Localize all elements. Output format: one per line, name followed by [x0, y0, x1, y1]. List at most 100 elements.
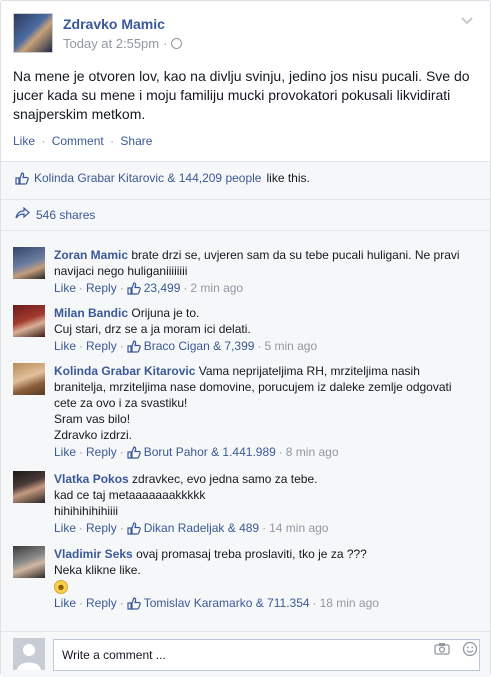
- comment-timestamp[interactable]: 2 min ago: [190, 280, 243, 296]
- comment-reply-button[interactable]: Reply: [86, 280, 117, 296]
- thumbs-up-icon: [15, 171, 29, 185]
- comment-text: branitelja, mrziteljima nase domovine, p…: [54, 380, 452, 394]
- comment-text: ovaj promasaj treba proslaviti, tko je z…: [136, 547, 367, 561]
- comment-text: cete za ovo i za svastiku!: [54, 396, 188, 410]
- action-separator: ·: [257, 339, 262, 353]
- comment-body: Milan Bandic Orijuna je to. Cuj stari, d…: [54, 305, 478, 354]
- share-arrow-icon: [15, 206, 30, 222]
- action-separator: ·: [79, 339, 84, 353]
- comment-text: kad ce taj metaaaaaaakkkkk: [54, 488, 206, 502]
- comment-likes-count[interactable]: 23,499: [144, 280, 181, 296]
- action-separator: ·: [119, 596, 124, 610]
- comment-input[interactable]: Write a comment ...: [53, 639, 480, 671]
- author-avatar[interactable]: [13, 13, 53, 53]
- comment-text: Vama neprijateljima RH, mrziteljima nasi…: [198, 364, 420, 378]
- globe-icon[interactable]: [171, 38, 183, 49]
- comment-actions: Like · Reply · 23,499 · 2 min ago: [54, 280, 478, 296]
- share-button[interactable]: Share: [120, 134, 152, 148]
- post-timestamp[interactable]: Today at 2:55pm: [63, 36, 159, 51]
- comment-reply-button[interactable]: Reply: [86, 595, 117, 611]
- camera-icon[interactable]: [434, 642, 450, 658]
- commenter-name[interactable]: Vlatka Pokos: [54, 472, 129, 486]
- chevron-down-icon[interactable]: [458, 13, 476, 31]
- thumbs-up-icon: [127, 445, 141, 459]
- comment-body: Kolinda Grabar Kitarovic Vama neprijatel…: [54, 363, 478, 460]
- comment-reply-button[interactable]: Reply: [86, 444, 117, 460]
- comment-like-button[interactable]: Like: [54, 280, 76, 296]
- comment-timestamp[interactable]: 14 min ago: [269, 520, 328, 536]
- post-actions: Like · Comment · Share: [13, 134, 152, 148]
- comment-button[interactable]: Comment: [52, 134, 104, 148]
- like-button[interactable]: Like: [13, 134, 35, 148]
- thumbs-up-icon: [127, 521, 141, 535]
- commenter-avatar[interactable]: [13, 247, 45, 279]
- smiley-emoji-icon: ☻: [54, 580, 68, 594]
- shares-link[interactable]: 546 shares: [36, 208, 95, 222]
- post-text: Na mene je otvoren lov, kao na divlju sv…: [13, 68, 470, 122]
- action-separator: ·: [119, 339, 124, 353]
- meta-separator: ·: [163, 36, 168, 51]
- comment-likes-count[interactable]: Tomislav Karamarko & 711.354: [144, 595, 310, 611]
- action-separator: ·: [79, 281, 84, 295]
- comment-like-button[interactable]: Like: [54, 444, 76, 460]
- comment-likes-count[interactable]: Borut Pahor & 1.441.989: [144, 444, 276, 460]
- likers-link[interactable]: Kolinda Grabar Kitarovic & 144,209 peopl…: [34, 171, 261, 185]
- comment-body: Zoran Mamic brate drzi se, uvjeren sam d…: [54, 247, 478, 296]
- comment-actions: Like · Reply · Dikan Radeljak & 489 · 14…: [54, 520, 478, 536]
- comment-like-button[interactable]: Like: [54, 338, 76, 354]
- action-separator: ·: [110, 134, 115, 148]
- comment-reply-button[interactable]: Reply: [86, 520, 117, 536]
- post-author-name[interactable]: Zdravko Mamic: [63, 16, 165, 32]
- action-separator: ·: [183, 281, 188, 295]
- comment-text: brate drzi se, uvjeren sam da su tebe pu…: [131, 248, 460, 262]
- likes-suffix: like this.: [266, 171, 310, 185]
- action-separator: ·: [119, 281, 124, 295]
- comment-like-button[interactable]: Like: [54, 595, 76, 611]
- comment-likes-count[interactable]: Dikan Radeljak & 489: [144, 520, 259, 536]
- comment-body: Vladimir Seks ovaj promasaj treba prosla…: [54, 546, 478, 611]
- action-separator: ·: [119, 521, 124, 535]
- comment-text: Orijuna je to.: [131, 306, 200, 320]
- post-meta: Today at 2:55pm ·: [63, 36, 183, 51]
- commenter-avatar[interactable]: [13, 546, 45, 578]
- commenter-avatar[interactable]: [13, 363, 45, 395]
- comment-text: navijaci nego huliganiiiiiiii: [54, 264, 188, 278]
- commenter-avatar[interactable]: [13, 305, 45, 337]
- action-separator: ·: [278, 445, 283, 459]
- comment-body: Vlatka Pokos zdravkec, evo jedna samo za…: [54, 471, 478, 536]
- thumbs-up-icon: [127, 281, 141, 295]
- comment-text: Zdravko izdrzi.: [54, 428, 133, 442]
- comment-actions: Like · Reply · Borut Pahor & 1.441.989 ·…: [54, 444, 478, 460]
- likes-summary: Kolinda Grabar Kitarovic & 144,209 peopl…: [15, 171, 310, 185]
- smiley-icon[interactable]: [462, 641, 478, 660]
- comment-timestamp[interactable]: 5 min ago: [264, 338, 317, 354]
- action-separator: ·: [312, 596, 317, 610]
- action-separator: ·: [79, 521, 84, 535]
- comment-text: zdravkec, evo jedna samo za tebe.: [132, 472, 318, 486]
- commenter-name[interactable]: Kolinda Grabar Kitarovic: [54, 364, 195, 378]
- commenter-name[interactable]: Zoran Mamic: [54, 248, 128, 262]
- comment-text: Neka klikne like.: [54, 563, 141, 577]
- comment-like-button[interactable]: Like: [54, 520, 76, 536]
- comment-text: Cuj stari, drz se a ja moram ici delati.: [54, 322, 251, 336]
- post-header: Zdravko Mamic Today at 2:55pm ·: [13, 13, 478, 57]
- comment-likes-count[interactable]: Braco Cigan & 7,399: [144, 338, 255, 354]
- comment-text: hihihihihihiiii: [54, 504, 119, 518]
- thumbs-up-icon: [127, 339, 141, 353]
- post-card: Zdravko Mamic Today at 2:55pm · Na mene …: [0, 0, 491, 677]
- commenter-name[interactable]: Vladimir Seks: [54, 547, 133, 561]
- comment-timestamp[interactable]: 18 min ago: [320, 595, 379, 611]
- thumbs-up-icon: [127, 596, 141, 610]
- shares-summary: 546 shares: [15, 206, 95, 222]
- commenter-name[interactable]: Milan Bandic: [54, 306, 128, 320]
- comment-text: Sram vas bilo!: [54, 412, 131, 426]
- comment-actions: Like · Reply · Braco Cigan & 7,399 · 5 m…: [54, 338, 478, 354]
- current-user-avatar: [13, 638, 45, 670]
- comment-reply-button[interactable]: Reply: [86, 338, 117, 354]
- action-separator: ·: [41, 134, 46, 148]
- commenter-avatar[interactable]: [13, 471, 45, 503]
- comment-timestamp[interactable]: 8 min ago: [286, 444, 339, 460]
- action-separator: ·: [262, 521, 267, 535]
- action-separator: ·: [79, 445, 84, 459]
- action-separator: ·: [79, 596, 84, 610]
